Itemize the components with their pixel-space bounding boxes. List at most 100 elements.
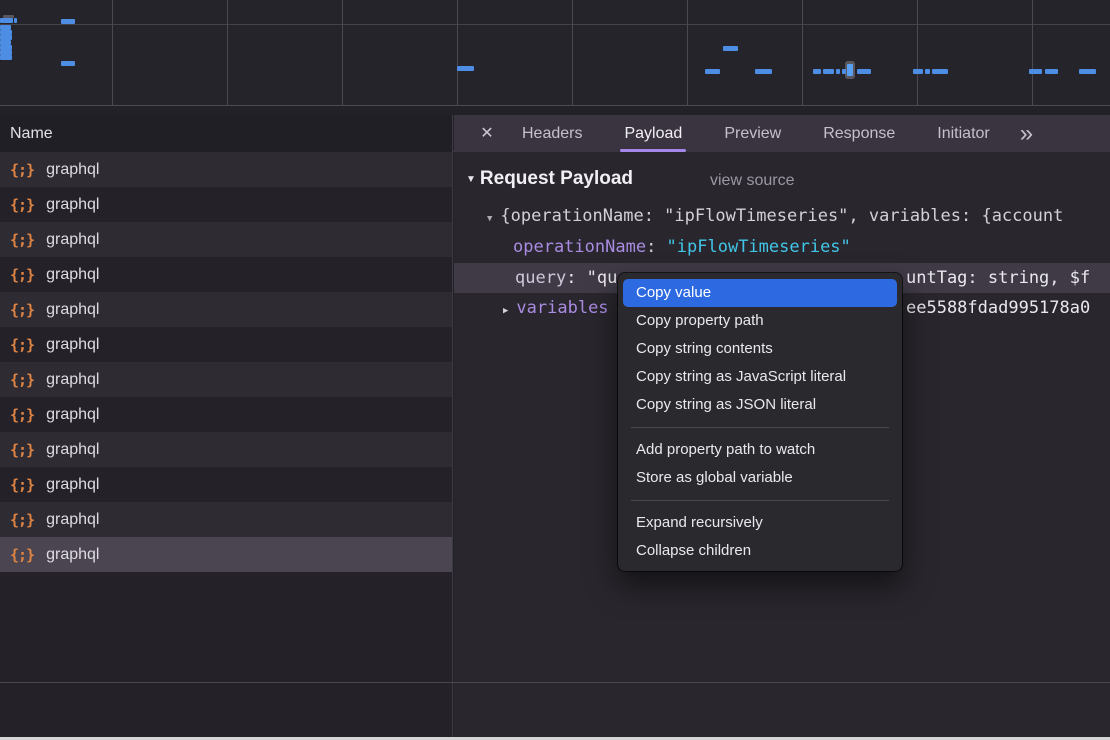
- overview-lane-divider: [0, 24, 1110, 25]
- more-tabs-button[interactable]: »: [1020, 117, 1033, 151]
- timeline-bar: [836, 69, 840, 74]
- timeline-bar: [1079, 69, 1096, 74]
- json-resource-icon: {;}: [10, 406, 34, 424]
- json-resource-icon: {;}: [10, 231, 34, 249]
- request-name-label: graphql: [46, 546, 99, 564]
- json-resource-icon: {;}: [10, 301, 34, 319]
- timeline-hover-marker: [845, 61, 855, 79]
- tab-response[interactable]: Response: [823, 115, 895, 152]
- footer-right: [454, 683, 1110, 738]
- context-menu: Copy valueCopy property pathCopy string …: [618, 273, 902, 571]
- menu-item-copy-string-as-json-literal[interactable]: Copy string as JSON literal: [623, 391, 897, 419]
- overview-gridline: [802, 0, 803, 105]
- json-colon: :: [646, 237, 666, 257]
- timeline-bar: [0, 55, 12, 60]
- network-overview[interactable]: [0, 0, 1110, 106]
- timeline-marker-bar: [847, 64, 853, 76]
- request-row[interactable]: {;}graphql: [0, 362, 452, 397]
- menu-item-copy-value[interactable]: Copy value: [623, 279, 897, 307]
- timeline-bar: [61, 19, 75, 24]
- timeline-bar: [1029, 69, 1042, 74]
- status-footer: [0, 682, 1110, 737]
- operation-name-row[interactable]: operationName: "ipFlowTimeseries": [513, 237, 851, 257]
- request-name-label: graphql: [46, 301, 99, 319]
- request-row[interactable]: {;} graphql: [0, 222, 452, 257]
- request-name-label: graphql: [46, 231, 99, 249]
- json-key: variables: [516, 298, 608, 318]
- json-resource-icon: {;}: [10, 546, 34, 564]
- request-row[interactable]: {;} graphql: [0, 502, 452, 537]
- json-resource-icon: {;}: [10, 336, 34, 354]
- json-value-fragment-right: untTag: string, $f: [906, 268, 1090, 288]
- request-row[interactable]: {;}graphql: [0, 467, 452, 502]
- timeline-bar: [755, 69, 772, 74]
- tabs-container: Headers Payload Preview Response Initiator: [522, 115, 990, 152]
- menu-item-copy-property-path[interactable]: Copy property path: [623, 307, 897, 335]
- json-key: operationName: [513, 237, 646, 257]
- timeline-bar: [932, 69, 948, 74]
- query-row[interactable]: query: "qu: [515, 268, 617, 288]
- timeline-bar: [14, 18, 17, 23]
- request-name-label: graphql: [46, 476, 99, 494]
- request-payload-section[interactable]: ▼ Request Payload: [466, 168, 633, 190]
- request-name-label: graphql: [46, 406, 99, 424]
- payload-preview-text: {operationName: "ipFlowTimeseries", vari…: [500, 206, 1063, 226]
- json-string-value: "ipFlowTimeseries": [667, 237, 851, 257]
- name-column-label: Name: [10, 125, 53, 143]
- request-row[interactable]: {;} graphql: [0, 397, 452, 432]
- tab-label: Headers: [522, 125, 582, 143]
- json-resource-icon: {;}: [10, 441, 34, 459]
- variables-row[interactable]: ▶ variables: [503, 298, 609, 318]
- request-row[interactable]: {;} graphql: [0, 152, 452, 187]
- request-row[interactable]: {;} graphql: [0, 187, 452, 222]
- menu-item-add-property-path-to-watch[interactable]: Add property path to watch: [623, 436, 897, 464]
- devtools-window: Name ✕ Headers Payload Preview Response Init…: [0, 0, 1110, 740]
- request-name-label: graphql: [46, 196, 99, 214]
- request-name-label: graphql: [46, 511, 99, 529]
- timeline-bar: [723, 46, 738, 51]
- tab-label: Initiator: [937, 125, 989, 143]
- json-resource-icon: {;}: [10, 266, 34, 284]
- menu-item-copy-string-contents[interactable]: Copy string contents: [623, 335, 897, 363]
- close-panel-button[interactable]: ✕: [478, 115, 496, 152]
- payload-preview-row[interactable]: ▼ {operationName: "ipFlowTimeseries", var…: [487, 206, 1063, 226]
- request-row[interactable]: {;}graphql: [0, 432, 452, 467]
- request-row[interactable]: {;} graphql: [0, 292, 452, 327]
- request-row[interactable]: {;} graphql: [0, 257, 452, 292]
- json-resource-icon: {;}: [10, 196, 34, 214]
- section-disclosure-triangle[interactable]: ▼: [466, 174, 476, 185]
- disclosure-triangle-icon[interactable]: ▼: [487, 214, 492, 224]
- timeline-bar: [1045, 69, 1058, 74]
- json-resource-icon: {;}: [10, 511, 34, 529]
- name-column-header[interactable]: Name: [0, 115, 453, 152]
- overview-gridline: [1032, 0, 1033, 105]
- tab-label: Payload: [624, 125, 682, 143]
- json-resource-icon: {;}: [10, 161, 34, 179]
- request-name-label: graphql: [46, 266, 99, 284]
- request-row[interactable]: {;} graphql: [0, 537, 452, 572]
- timeline-bar: [823, 69, 834, 74]
- json-value-fragment-left: : "qu: [566, 268, 617, 288]
- view-source-link[interactable]: view source: [710, 172, 794, 190]
- timeline-bar: [913, 69, 923, 74]
- overview-bottom-strip: [0, 107, 1110, 115]
- tab-payload[interactable]: Payload: [624, 115, 682, 152]
- tab-initiator[interactable]: Initiator: [937, 115, 989, 152]
- footer-left: [0, 683, 453, 738]
- tab-headers[interactable]: Headers: [522, 115, 582, 152]
- menu-item-collapse-children[interactable]: Collapse children: [623, 537, 897, 565]
- request-name-label: graphql: [46, 161, 99, 179]
- timeline-bar: [842, 69, 846, 74]
- menu-item-expand-recursively[interactable]: Expand recursively: [623, 509, 897, 537]
- tab-preview[interactable]: Preview: [724, 115, 781, 152]
- collapse-triangle-icon[interactable]: ▶: [503, 306, 508, 316]
- menu-item-store-as-global-variable[interactable]: Store as global variable: [623, 464, 897, 492]
- overview-gridline: [917, 0, 918, 105]
- timeline-bar: [925, 69, 930, 74]
- tab-label: Response: [823, 125, 895, 143]
- timeline-bar: [813, 69, 821, 74]
- overview-gridline: [227, 0, 228, 105]
- menu-item-copy-string-as-javascript-literal[interactable]: Copy string as JavaScript literal: [623, 363, 897, 391]
- timeline-bar: [61, 61, 75, 66]
- request-row[interactable]: {;}graphql: [0, 327, 452, 362]
